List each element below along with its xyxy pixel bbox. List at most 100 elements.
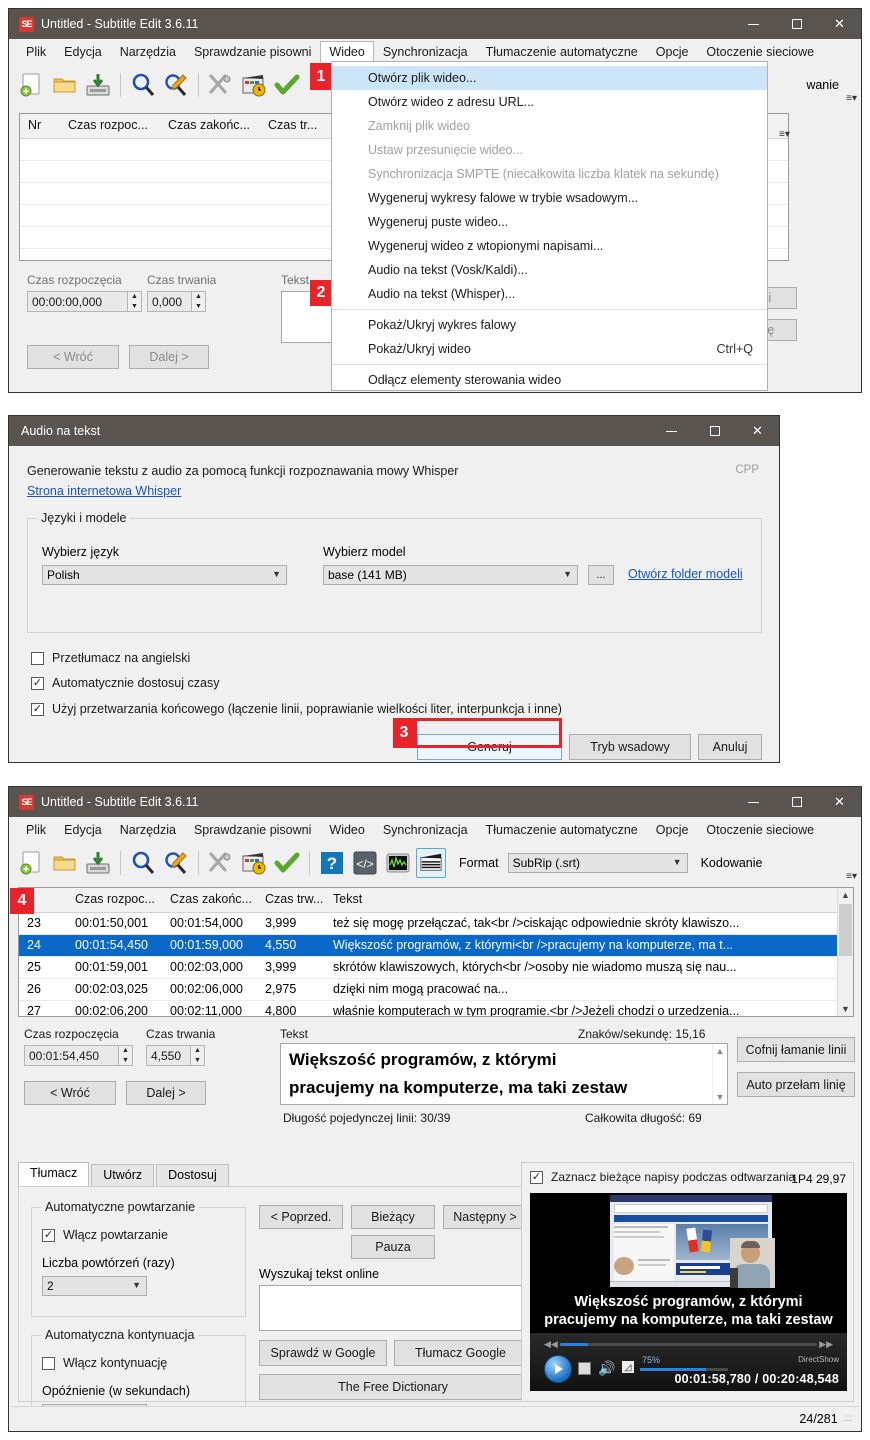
batch-mode-button[interactable]: Tryb wsadowy — [569, 734, 691, 760]
online-search-input[interactable] — [259, 1285, 527, 1331]
next-button[interactable]: Dalej > — [126, 1081, 206, 1105]
video-timing-icon[interactable] — [239, 848, 269, 878]
checkbox-translate-to-english[interactable] — [31, 651, 44, 665]
translate-to-english-row[interactable]: Przetłumacz na angielski — [31, 651, 190, 665]
scroll-down-icon[interactable]: ▼ — [838, 1002, 853, 1016]
spellcheck-icon[interactable] — [272, 70, 302, 100]
back-button[interactable]: < Wróć — [24, 1081, 116, 1105]
auto-adjust-times-row[interactable]: ✓ Automatycznie dostosuj czasy — [31, 676, 219, 690]
video-player[interactable]: Większość programów, z którymi pracujemy… — [530, 1193, 847, 1391]
open-folder-icon[interactable] — [50, 848, 80, 878]
settings-tools-icon[interactable] — [206, 848, 236, 878]
checkbox-highlight-subtitle[interactable]: ✓ — [530, 1170, 543, 1184]
open-folder-icon[interactable] — [50, 70, 80, 100]
menu-wideo[interactable]: Wideo — [320, 41, 374, 63]
menu-otoczenie-sieciowe[interactable]: Otoczenie sieciowe — [697, 41, 823, 63]
menu-edycja[interactable]: Edycja — [55, 41, 111, 63]
seek-track[interactable] — [560, 1343, 817, 1346]
checkbox-enable-repeat[interactable]: ✓ — [42, 1228, 55, 1242]
fullscreen-icon[interactable]: ◿ — [622, 1361, 634, 1373]
duration-stepper[interactable]: ▲▼ — [147, 291, 206, 312]
settings-tools-icon[interactable] — [206, 70, 236, 100]
repeat-count-select[interactable]: 2 ▼ — [42, 1276, 147, 1296]
tab-dostosuj[interactable]: Dostosuj — [156, 1164, 229, 1186]
menu-opcje[interactable]: Opcje — [647, 819, 698, 841]
video-panel-icon[interactable] — [416, 848, 446, 878]
scroll-up-icon[interactable]: ▲ — [838, 888, 853, 902]
enable-repeat-row[interactable]: ✓ Włącz powtarzanie — [42, 1228, 168, 1242]
post-processing-row[interactable]: ✓ Użyj przetwarzania końcowego (łączenie… — [31, 702, 562, 716]
browse-models-button[interactable]: ... — [588, 565, 614, 585]
source-view-icon[interactable]: </> — [350, 848, 380, 878]
start-time-stepper[interactable]: ▲▼ — [24, 1045, 133, 1066]
menu-item-audio-na-tekst-whisper[interactable]: Audio na tekst (Whisper)... — [332, 282, 767, 306]
menu-tlumaczenie-automatyczne[interactable]: Tłumaczenie automatyczne — [477, 819, 647, 841]
column-header-end[interactable]: Czas zakońc... — [162, 888, 257, 912]
menu-narzedzia[interactable]: Narzędzia — [111, 819, 185, 841]
maximize-button[interactable] — [775, 9, 818, 39]
play-button[interactable] — [544, 1355, 572, 1383]
menu-sprawdzanie-pisowni[interactable]: Sprawdzanie pisowni — [185, 41, 320, 63]
close-button[interactable]: ✕ — [736, 416, 779, 446]
stepper-down-icon[interactable]: ▼ — [128, 302, 141, 312]
checkbox-post-processing[interactable]: ✓ — [31, 702, 44, 716]
menu-tlumaczenie-automatyczne[interactable]: Tłumaczenie automatyczne — [477, 41, 647, 63]
auto-break-line-button[interactable]: Auto przełam linię — [737, 1072, 855, 1097]
table-row[interactable]: 25 00:01:59,001 00:02:03,000 3,999 skrót… — [19, 957, 853, 979]
next-button[interactable]: Dalej > — [129, 345, 209, 369]
column-header-text[interactable]: Tekst — [325, 888, 853, 912]
menu-opcje[interactable]: Opcje — [647, 41, 698, 63]
stepper-buttons[interactable]: ▲ ▼ — [127, 291, 142, 312]
resize-grip-icon[interactable]: .:: — [844, 1413, 852, 1424]
replace-icon[interactable] — [161, 848, 191, 878]
stepper-up-icon[interactable]: ▲ — [191, 1046, 204, 1056]
menu-synchronizacja[interactable]: Synchronizacja — [374, 41, 477, 63]
toolbar-overflow-icon[interactable]: ≡▾ — [846, 93, 857, 104]
checkbox-auto-adjust-times[interactable]: ✓ — [31, 676, 44, 690]
new-file-icon[interactable] — [17, 70, 47, 100]
table-row[interactable]: 24 00:01:54,450 00:01:59,000 4,550 Więks… — [19, 935, 853, 957]
menu-item-pokaz-ukryj-wideo[interactable]: Pokaż/Ukryj wideo Ctrl+Q — [332, 337, 767, 361]
save-icon[interactable] — [83, 70, 113, 100]
column-header-start[interactable]: Czas rozpoc... — [60, 114, 160, 138]
free-dictionary-button[interactable]: The Free Dictionary — [259, 1374, 527, 1400]
menu-item-wygeneruj-wykresy-falowe[interactable]: Wygeneruj wykresy falowe w trybie wsadow… — [332, 186, 767, 210]
menu-otoczenie-sieciowe[interactable]: Otoczenie sieciowe — [697, 819, 823, 841]
menu-item-wygeneruj-puste-wideo[interactable]: Wygeneruj puste wideo... — [332, 210, 767, 234]
scroll-up-icon[interactable]: ▲ — [713, 1046, 727, 1056]
wideo-dropdown-menu[interactable]: Otwórz plik wideo... Otwórz wideo z adre… — [331, 61, 768, 391]
stepper-up-icon[interactable]: ▲ — [128, 292, 141, 302]
volume-icon[interactable]: 🔊 — [598, 1360, 615, 1377]
table-row[interactable]: 26 00:02:03,025 00:02:06,000 2,975 dzięk… — [19, 979, 853, 1001]
grid-scrollbar[interactable]: ▲ ▼ — [837, 888, 853, 1016]
maximize-button[interactable] — [775, 787, 818, 817]
column-header-nr[interactable]: Nr — [20, 114, 60, 138]
toolbar-overflow-icon[interactable]: ≡▾ — [846, 871, 857, 882]
video-timing-icon[interactable] — [239, 70, 269, 100]
close-button[interactable]: ✕ — [818, 787, 861, 817]
menu-plik[interactable]: Plik — [17, 41, 55, 63]
forward-icon[interactable]: ▶▶ — [819, 1339, 833, 1350]
minimize-button[interactable] — [650, 416, 693, 446]
model-select[interactable]: base (141 MB) ▼ — [323, 565, 578, 585]
google-translate-button[interactable]: Tłumacz Google — [394, 1340, 527, 1366]
highlight-subtitle-row[interactable]: ✓ Zaznacz bieżące napisy podczas odtwarz… — [530, 1170, 795, 1184]
open-models-folder-link[interactable]: Otwórz folder modeli — [628, 567, 743, 581]
tab-tlumacz[interactable]: Tłumacz — [18, 1162, 90, 1186]
current-button[interactable]: Bieżący — [351, 1205, 435, 1229]
text-scrollbar[interactable]: ▲ ▼ — [712, 1044, 727, 1104]
menu-item-otworz-plik-wideo[interactable]: Otwórz plik wideo... — [332, 66, 767, 90]
menu-narzedzia[interactable]: Narzędzia — [111, 41, 185, 63]
menu-wideo[interactable]: Wideo — [320, 819, 373, 841]
cancel-button[interactable]: Anuluj — [698, 734, 762, 760]
subtitle-text-input[interactable]: Większość programów, z którymi pracujemy… — [280, 1043, 728, 1105]
scrollbar-thumb[interactable] — [839, 904, 852, 956]
stepper-buttons[interactable]: ▲ ▼ — [191, 291, 206, 312]
maximize-button[interactable] — [693, 416, 736, 446]
format-select[interactable]: SubRip (.srt) ▼ — [507, 853, 688, 873]
stepper-down-icon[interactable]: ▼ — [191, 1056, 204, 1066]
panel3-subtitle-grid[interactable]: Czas rozpoc... Czas zakońc... Czas trw..… — [18, 887, 854, 1017]
menu-plik[interactable]: Plik — [17, 819, 55, 841]
menu-edycja[interactable]: Edycja — [55, 819, 111, 841]
menu-item-wygeneruj-wideo-napisy[interactable]: Wygeneruj wideo z wtopionymi napisami... — [332, 234, 767, 258]
